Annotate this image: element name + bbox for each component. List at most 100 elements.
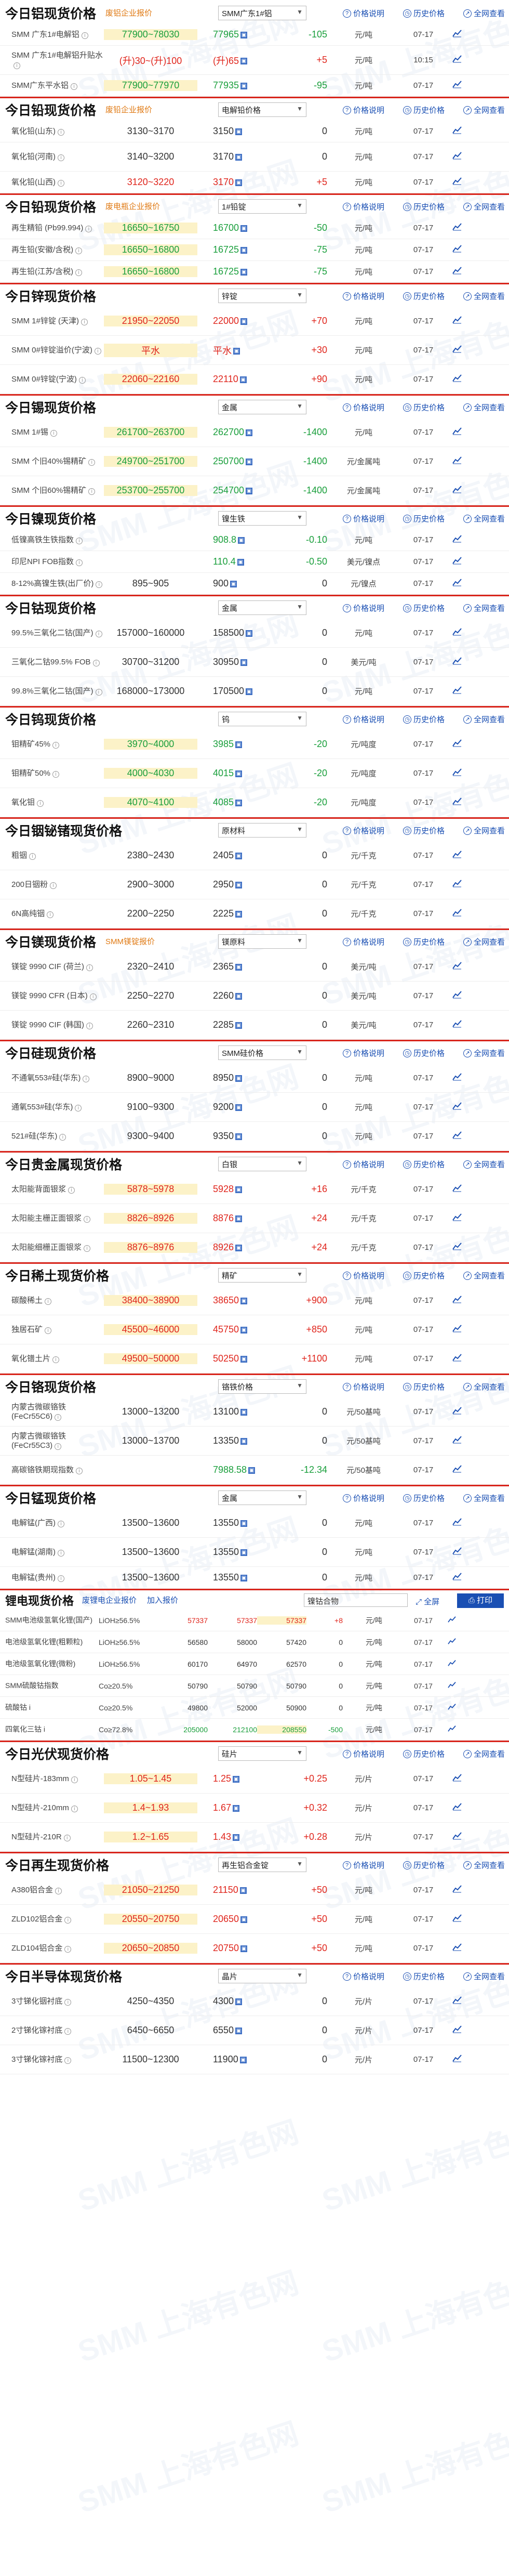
lock-icon[interactable]: ▣ xyxy=(246,630,253,637)
full-view-link[interactable]: ↗ 全网查看 xyxy=(463,714,509,725)
price-desc-link[interactable]: ? 价格说明 xyxy=(343,825,394,836)
full-view-link[interactable]: ↗ 全网查看 xyxy=(463,402,509,413)
price-desc-link[interactable]: ? 价格说明 xyxy=(343,104,394,115)
join-quote-link[interactable]: 加入报价 xyxy=(147,1596,178,1605)
lock-icon[interactable]: ▣ xyxy=(237,558,244,566)
lock-icon[interactable]: ▣ xyxy=(240,225,248,232)
product-name-cell[interactable]: 3寸锑化镓衬底 i xyxy=(0,2055,104,2064)
product-name-cell[interactable]: SMM 1#锌锭 (天津) i xyxy=(0,317,104,326)
product-name-cell[interactable]: 再生铅(安徽/含税) i xyxy=(0,245,104,255)
info-icon[interactable]: i xyxy=(75,269,83,276)
price-desc-link[interactable]: ? 价格说明 xyxy=(343,291,394,302)
info-icon[interactable]: i xyxy=(85,225,92,232)
info-icon[interactable]: i xyxy=(58,1575,64,1582)
info-icon[interactable]: i xyxy=(68,1186,75,1194)
info-icon[interactable]: i xyxy=(59,1133,66,1141)
section-tag-link[interactable]: SMM镁锭报价 xyxy=(105,936,155,947)
line-chart-icon[interactable] xyxy=(447,485,467,496)
history-link[interactable]: ◷ 历史价格 xyxy=(403,1159,454,1170)
line-chart-icon[interactable] xyxy=(447,223,467,233)
history-link[interactable]: ◷ 历史价格 xyxy=(403,201,454,212)
line-chart-icon[interactable] xyxy=(447,1572,467,1583)
product-name-cell[interactable]: 6N高纯铟 i xyxy=(0,909,104,919)
info-icon[interactable]: i xyxy=(58,154,64,161)
line-chart-icon[interactable] xyxy=(447,1435,467,1446)
info-icon[interactable]: i xyxy=(55,1443,62,1450)
product-name-cell[interactable]: SMM 广东1#电解铝 i xyxy=(0,30,104,40)
lock-icon[interactable]: ▣ xyxy=(233,348,240,355)
lock-icon[interactable]: ▣ xyxy=(233,1775,240,1783)
line-chart-icon[interactable] xyxy=(447,797,467,808)
lock-icon[interactable]: ▣ xyxy=(235,852,243,859)
info-icon[interactable]: i xyxy=(64,1916,72,1924)
lock-icon[interactable]: ▣ xyxy=(246,688,253,695)
product-select[interactable]: 钨 ▼ xyxy=(218,712,306,726)
lock-icon[interactable]: ▣ xyxy=(238,537,245,544)
lock-icon[interactable]: ▣ xyxy=(246,487,253,494)
section-tag-link[interactable]: 废电瓶企业报价 xyxy=(105,201,160,212)
history-link[interactable]: ◷ 历史价格 xyxy=(403,1048,454,1058)
full-view-link[interactable]: ↗ 全网查看 xyxy=(463,8,509,19)
history-link[interactable]: ◷ 历史价格 xyxy=(403,1748,454,1759)
info-icon[interactable]: i xyxy=(64,2057,72,2064)
info-icon[interactable]: i xyxy=(58,179,64,187)
line-chart-icon[interactable] xyxy=(447,1102,467,1113)
lock-icon[interactable]: ▣ xyxy=(246,429,253,436)
line-chart-icon[interactable] xyxy=(447,345,467,356)
line-chart-icon[interactable] xyxy=(447,1547,467,1558)
lock-icon[interactable]: ▣ xyxy=(235,179,243,186)
product-name-cell[interactable]: 内蒙古微碳铬铁 (FeCr55C6) i xyxy=(0,1403,104,1421)
full-view-link[interactable]: ↗ 全网查看 xyxy=(463,1159,509,1170)
info-icon[interactable]: i xyxy=(81,32,88,39)
history-link[interactable]: ◷ 历史价格 xyxy=(403,402,454,413)
info-icon[interactable]: i xyxy=(96,581,103,588)
lock-icon[interactable]: ▣ xyxy=(248,1467,256,1474)
line-chart-icon[interactable] xyxy=(447,1019,467,1030)
lock-icon[interactable]: ▣ xyxy=(235,910,243,918)
product-name[interactable]: SMM电池级氢氧化锂(国产) xyxy=(0,1616,99,1624)
full-view-link[interactable]: ↗ 全网查看 xyxy=(463,201,509,212)
info-icon[interactable]: i xyxy=(95,688,102,696)
line-chart-icon[interactable] xyxy=(447,768,467,779)
full-view-link[interactable]: ↗ 全网查看 xyxy=(463,104,509,115)
info-icon[interactable]: i xyxy=(58,1549,64,1557)
product-name-cell[interactable]: ZLD102铝合金 i xyxy=(0,1915,104,1924)
full-view-link[interactable]: ↗ 全网查看 xyxy=(463,825,509,836)
history-link[interactable]: ◷ 历史价格 xyxy=(403,936,454,947)
fullscreen-link[interactable]: ⤢ 全屏 xyxy=(416,1596,439,1607)
line-chart-icon[interactable] xyxy=(447,266,467,277)
product-select[interactable]: 金属 ▼ xyxy=(218,400,306,414)
price-desc-link[interactable]: ? 价格说明 xyxy=(343,714,394,725)
info-icon[interactable]: i xyxy=(50,882,57,889)
lock-icon[interactable]: ▣ xyxy=(235,1104,243,1111)
product-name-cell[interactable]: 低镍高铁生铁指数 i xyxy=(0,535,104,545)
history-link[interactable]: ◷ 历史价格 xyxy=(403,1493,454,1503)
full-view-link[interactable]: ↗ 全网查看 xyxy=(463,1381,509,1392)
line-chart-icon[interactable] xyxy=(447,1773,467,1784)
product-name-cell[interactable]: 氧化铅(山东) i xyxy=(0,127,104,136)
lock-icon[interactable]: ▣ xyxy=(240,1945,248,1952)
lock-icon[interactable]: ▣ xyxy=(240,1574,248,1581)
price-desc-link[interactable]: ? 价格说明 xyxy=(343,513,394,524)
product-name-cell[interactable]: 再生精铅 (Pb99.994) i xyxy=(0,224,104,233)
product-name-cell[interactable]: 99.8%三氧化二钴(国产) i xyxy=(0,687,104,696)
line-chart-icon[interactable] xyxy=(447,1996,467,2007)
info-icon[interactable]: i xyxy=(81,318,88,325)
product-name-cell[interactable]: 8-12%高镍生铁(出厂价) i xyxy=(0,579,104,589)
info-icon[interactable]: i xyxy=(88,459,96,466)
info-icon[interactable]: i xyxy=(75,247,83,254)
product-name-cell[interactable]: 氧化钼 i xyxy=(0,798,104,807)
lock-icon[interactable]: ▣ xyxy=(235,1186,243,1193)
info-icon[interactable]: i xyxy=(64,1945,72,1953)
lock-icon[interactable]: ▣ xyxy=(239,1887,247,1894)
lock-icon[interactable]: ▣ xyxy=(235,1133,243,1140)
section-tag-link[interactable]: 废铅企业报价 xyxy=(105,104,152,115)
lock-icon[interactable]: ▣ xyxy=(240,1437,248,1445)
lock-icon[interactable]: ▣ xyxy=(235,992,243,1000)
info-icon[interactable]: i xyxy=(29,853,36,860)
section-tag-link[interactable]: 废铝企业报价 xyxy=(105,7,152,18)
line-chart-icon[interactable] xyxy=(447,1213,467,1224)
info-icon[interactable]: i xyxy=(75,1104,82,1112)
price-desc-link[interactable]: ? 价格说明 xyxy=(343,1159,394,1170)
info-icon[interactable]: i xyxy=(63,1834,71,1841)
